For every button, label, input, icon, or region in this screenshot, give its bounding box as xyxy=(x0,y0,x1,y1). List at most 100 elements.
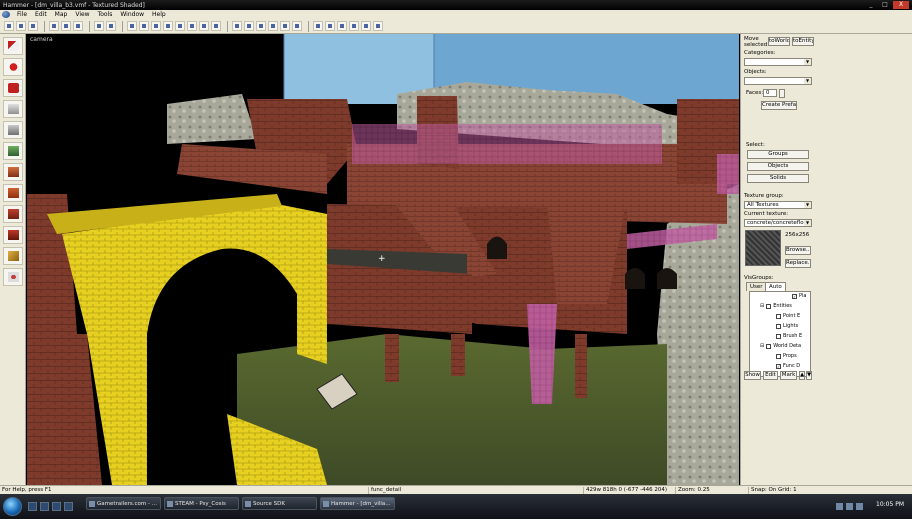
magnify-tool[interactable] xyxy=(3,58,23,76)
texture-lock-icon[interactable] xyxy=(244,21,254,31)
menu-window[interactable]: Window xyxy=(116,11,148,18)
block-tool[interactable] xyxy=(3,121,23,139)
media-player-icon[interactable] xyxy=(64,502,73,511)
entity-report-icon[interactable] xyxy=(337,21,347,31)
task-gametrailers[interactable]: Gametrailers.com - ... xyxy=(86,497,161,510)
copy-icon[interactable] xyxy=(61,21,71,31)
window-switcher-icon[interactable] xyxy=(40,502,49,511)
decal-tool[interactable] xyxy=(3,184,23,202)
checkbox-icon[interactable] xyxy=(776,323,781,329)
faces-spinner[interactable] xyxy=(779,89,785,98)
save-icon[interactable] xyxy=(28,21,38,31)
menu-map[interactable]: Map xyxy=(51,11,72,18)
groups-button[interactable]: Groups xyxy=(747,150,809,159)
ungroup-icon[interactable] xyxy=(151,21,161,31)
network-icon[interactable] xyxy=(836,503,843,510)
clock[interactable]: 10:05 PM xyxy=(876,501,904,508)
check-problems-icon[interactable] xyxy=(349,21,359,31)
menu-help[interactable]: Help xyxy=(148,11,170,18)
grid-icon[interactable] xyxy=(232,21,242,31)
tree-item-players[interactable]: ✓ Pla xyxy=(792,293,806,299)
objects-button[interactable]: Objects xyxy=(747,162,809,171)
overlay-tool[interactable] xyxy=(3,268,23,286)
browse-button[interactable]: Browse... xyxy=(785,246,811,255)
checkbox-icon[interactable]: ✓ xyxy=(792,293,797,299)
categories-dropdown[interactable]: ▼ xyxy=(744,58,812,66)
texture-application-tool[interactable] xyxy=(3,142,23,160)
maximize-button[interactable]: □ xyxy=(879,1,891,9)
vertex-tool[interactable] xyxy=(3,226,23,244)
expander-icon[interactable]: ⊟ xyxy=(760,303,764,309)
tab-user[interactable]: User xyxy=(746,282,767,291)
solids-button[interactable]: Solids xyxy=(747,174,809,183)
camera-tool[interactable] xyxy=(3,79,23,97)
task-steam[interactable]: STEAM - Psy_Cosis xyxy=(164,497,239,510)
expander-icon[interactable]: ⊟ xyxy=(760,343,764,349)
tab-auto[interactable]: Auto xyxy=(765,282,786,291)
cut-icon[interactable] xyxy=(49,21,59,31)
clipping-tool[interactable] xyxy=(3,205,23,223)
texture-group-dropdown[interactable]: All Textures ▼ xyxy=(744,201,812,209)
checkbox-icon[interactable] xyxy=(776,313,781,319)
texture-scaling-lock-icon[interactable] xyxy=(256,21,266,31)
steam-tray-icon[interactable] xyxy=(856,503,863,510)
tree-item-point-entities[interactable]: Point E xyxy=(776,313,800,319)
entity-tool[interactable] xyxy=(3,100,23,118)
cordon-icon[interactable] xyxy=(313,21,323,31)
show-desktop-icon[interactable] xyxy=(28,502,37,511)
current-texture-dropdown[interactable]: concrete/concretefloor ▼ xyxy=(744,219,812,227)
camera-viewport[interactable]: camera + xyxy=(27,34,739,485)
tree-item-func-detail[interactable]: ✓ Func D xyxy=(776,363,800,369)
tie-to-entity-icon[interactable] xyxy=(211,21,221,31)
carve-icon[interactable] xyxy=(187,21,197,31)
objects-dropdown[interactable]: ▼ xyxy=(744,77,812,85)
paste-icon[interactable] xyxy=(73,21,83,31)
to-entity-button[interactable]: toEntity xyxy=(792,37,814,46)
tree-item-lights[interactable]: Lights xyxy=(776,323,798,329)
checkbox-icon[interactable] xyxy=(776,333,781,339)
new-file-icon[interactable] xyxy=(4,21,14,31)
edit-button[interactable]: Edit xyxy=(763,371,778,380)
redo-icon[interactable] xyxy=(106,21,116,31)
volume-icon[interactable] xyxy=(846,503,853,510)
move-up-icon[interactable]: ▲ xyxy=(799,371,805,380)
menu-edit[interactable]: Edit xyxy=(31,11,51,18)
show-button[interactable]: Show xyxy=(744,371,761,380)
properties-icon[interactable] xyxy=(361,21,371,31)
checkbox-icon[interactable] xyxy=(766,343,772,349)
checkbox-icon[interactable] xyxy=(766,303,772,309)
close-button[interactable]: X xyxy=(893,1,909,9)
move-down-icon[interactable]: ▼ xyxy=(806,371,812,380)
tree-item-props[interactable]: Props xyxy=(776,353,797,359)
menu-tools[interactable]: Tools xyxy=(94,11,117,18)
replace-button[interactable]: Replace... xyxy=(785,259,811,268)
select-mode-icon[interactable] xyxy=(127,21,137,31)
menu-file[interactable]: File xyxy=(13,11,31,18)
browser-icon[interactable] xyxy=(52,502,61,511)
faces-input[interactable]: 0 xyxy=(763,89,777,97)
tree-item-world-detail[interactable]: ⊟ World Deta xyxy=(760,343,801,349)
apply-texture-tool[interactable] xyxy=(3,163,23,181)
load-window-state-icon[interactable] xyxy=(373,21,383,31)
path-tool[interactable] xyxy=(3,247,23,265)
start-button[interactable] xyxy=(3,497,22,516)
snap-icon[interactable] xyxy=(292,21,302,31)
checkbox-icon[interactable] xyxy=(776,353,781,359)
make-hollow-icon[interactable] xyxy=(199,21,209,31)
show-all-icon[interactable] xyxy=(175,21,185,31)
open-file-icon[interactable] xyxy=(16,21,26,31)
tree-item-entities[interactable]: ⊟ Entities xyxy=(760,303,792,309)
task-hammer[interactable]: Hammer - [dm_villa... xyxy=(320,497,395,510)
hide-selected-icon[interactable] xyxy=(163,21,173,31)
selection-tool[interactable] xyxy=(3,37,23,55)
to-world-button[interactable]: toWorld xyxy=(768,37,790,46)
tree-item-brush-entities[interactable]: Brush E xyxy=(776,333,802,339)
run-map-icon[interactable] xyxy=(325,21,335,31)
app-logo-icon[interactable] xyxy=(2,11,10,18)
larger-grid-icon[interactable] xyxy=(280,21,290,31)
minimize-button[interactable]: _ xyxy=(865,1,877,9)
menu-view[interactable]: View xyxy=(71,11,93,18)
group-icon[interactable] xyxy=(139,21,149,31)
undo-icon[interactable] xyxy=(94,21,104,31)
task-source-sdk[interactable]: Source SDK xyxy=(242,497,317,510)
